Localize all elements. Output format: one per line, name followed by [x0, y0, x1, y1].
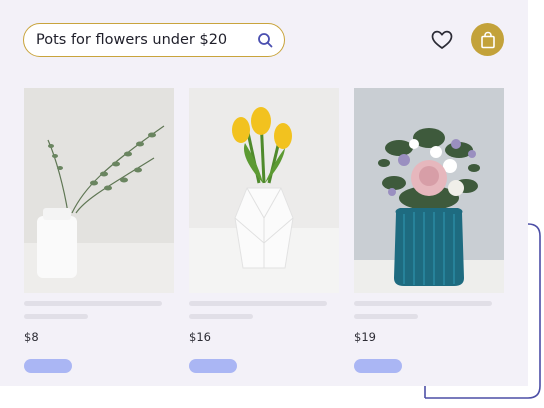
add-to-cart-button[interactable] [24, 359, 72, 373]
product-card[interactable]: $8 [24, 88, 174, 373]
product-price: $16 [189, 330, 211, 344]
cart-button[interactable] [471, 23, 504, 56]
title-placeholder [354, 301, 492, 306]
product-card[interactable]: $16 [189, 88, 339, 373]
product-image[interactable] [354, 88, 504, 293]
title-placeholder [189, 301, 327, 306]
shopping-bag-icon [480, 31, 495, 48]
product-price: $19 [354, 330, 376, 344]
product-image[interactable] [24, 88, 174, 293]
product-price: $8 [24, 330, 39, 344]
search-icon[interactable] [257, 32, 273, 48]
add-to-cart-button[interactable] [354, 359, 402, 373]
search-input[interactable]: Pots for flowers under $20 [36, 32, 284, 48]
add-to-cart-button[interactable] [189, 359, 237, 373]
heart-icon[interactable] [431, 30, 453, 50]
subtitle-placeholder [189, 314, 253, 319]
subtitle-placeholder [354, 314, 418, 319]
title-placeholder [24, 301, 162, 306]
subtitle-placeholder [24, 314, 88, 319]
search-bar[interactable]: Pots for flowers under $20 [23, 23, 285, 57]
product-card[interactable]: $19 [354, 88, 504, 373]
product-image[interactable] [189, 88, 339, 293]
